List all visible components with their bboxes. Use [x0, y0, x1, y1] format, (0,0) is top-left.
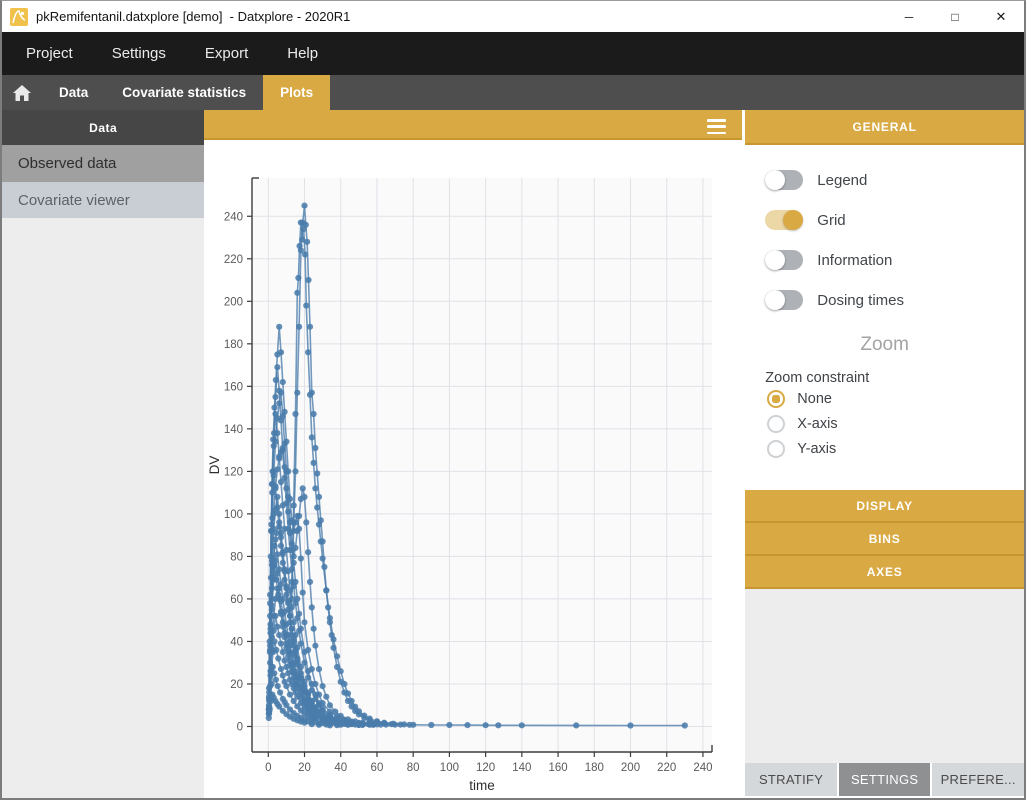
grid-toggle-row: Grid [745, 200, 1024, 240]
svg-text:220: 220 [224, 254, 243, 266]
information-toggle[interactable] [765, 250, 803, 270]
maximize-button[interactable]: □ [932, 1, 978, 32]
menu-bar: Project Settings Export Help [2, 32, 1024, 75]
svg-text:240: 240 [224, 211, 243, 223]
menu-export[interactable]: Export [205, 45, 248, 62]
zoom-constraint-xaxis-radio[interactable] [767, 415, 785, 433]
bottom-strip [745, 796, 1024, 800]
zoom-constraint-yaxis-row: Y-axis [745, 437, 1024, 461]
tab-data[interactable]: Data [42, 75, 105, 110]
zoom-constraint-none-row: None [745, 387, 1024, 411]
information-toggle-label: Information [817, 252, 892, 269]
information-toggle-row: Information [745, 240, 1024, 280]
plot-area: 0 20 40 60 80 100 120 140 160 180 200 220 240 0 20 40 60… [204, 140, 742, 800]
svg-text:200: 200 [621, 762, 640, 774]
zoom-constraint-yaxis-radio[interactable] [767, 440, 785, 458]
svg-text:0: 0 [237, 721, 243, 733]
svg-text:80: 80 [231, 551, 244, 563]
svg-text:140: 140 [224, 424, 243, 436]
zoom-constraint-xaxis-row: X-axis [745, 412, 1024, 436]
title-bar: pkRemifentanil.datxplore [demo] - Datxpl… [2, 1, 1024, 32]
svg-text:240: 240 [694, 762, 713, 774]
dosing-times-toggle[interactable] [765, 290, 803, 310]
general-section-body: Legend Grid Information Dosing times Zoo… [745, 145, 1024, 490]
svg-text:120: 120 [224, 466, 243, 478]
settings-panel-filler [745, 589, 1024, 763]
plot-panel: 0 20 40 60 80 100 120 140 160 180 200 220 240 0 20 40 60… [204, 110, 742, 800]
svg-text:20: 20 [298, 762, 311, 774]
zoom-constraint-none-radio[interactable] [767, 390, 785, 408]
zoom-constraint-label: Zoom constraint [745, 370, 1024, 386]
bottom-tab-bar: STRATIFY SETTINGS PREFERE... [745, 763, 1024, 796]
svg-text:180: 180 [224, 339, 243, 351]
svg-text:60: 60 [231, 594, 244, 606]
tab-plots[interactable]: Plots [263, 75, 330, 110]
svg-text:200: 200 [224, 296, 243, 308]
svg-text:60: 60 [371, 762, 384, 774]
svg-text:40: 40 [231, 636, 244, 648]
svg-text:100: 100 [440, 762, 459, 774]
zoom-constraint-yaxis-label: Y-axis [797, 441, 836, 457]
sidebar-item-observed-data[interactable]: Observed data [2, 145, 204, 182]
grid-toggle-label: Grid [817, 212, 845, 229]
home-icon [13, 85, 31, 101]
observed-data-chart[interactable]: 0 20 40 60 80 100 120 140 160 180 200 220 240 0 20 40 60… [204, 140, 742, 795]
svg-text:DV: DV [207, 456, 222, 475]
svg-text:140: 140 [513, 762, 532, 774]
home-button[interactable] [2, 75, 42, 110]
tab-stratify[interactable]: STRATIFY [745, 763, 837, 796]
window-controls: ─ □ ✕ [886, 1, 1024, 32]
legend-toggle-label: Legend [817, 172, 867, 189]
general-section-header[interactable]: GENERAL [745, 110, 1024, 145]
app-window: pkRemifentanil.datxplore [demo] - Datxpl… [0, 0, 1026, 800]
svg-text:160: 160 [549, 762, 568, 774]
settings-panel: GENERAL Legend Grid Information Dosing t… [745, 110, 1024, 800]
svg-text:100: 100 [224, 509, 243, 521]
menu-project[interactable]: Project [26, 45, 73, 62]
legend-toggle-row: Legend [745, 160, 1024, 200]
window-title: pkRemifentanil.datxplore [demo] - Datxpl… [36, 9, 350, 24]
svg-text:80: 80 [407, 762, 420, 774]
sidebar-header-data: Data [2, 110, 204, 145]
plot-header-bar [204, 110, 742, 140]
svg-text:0: 0 [265, 762, 271, 774]
svg-text:time: time [470, 778, 496, 793]
main-tab-bar: Data Covariate statistics Plots [2, 75, 1024, 110]
axes-section-header[interactable]: AXES [745, 556, 1024, 587]
zoom-constraint-none-label: None [797, 391, 832, 407]
zoom-constraint-xaxis-label: X-axis [797, 416, 837, 432]
sidebar-item-covariate-viewer[interactable]: Covariate viewer [2, 182, 204, 218]
legend-toggle[interactable] [765, 170, 803, 190]
close-button[interactable]: ✕ [978, 1, 1024, 32]
tab-settings-bottom[interactable]: SETTINGS [839, 763, 931, 796]
plots-sidebar: Data Observed data Covariate viewer [2, 110, 204, 800]
hamburger-menu-icon[interactable] [707, 119, 726, 134]
bins-section-header[interactable]: BINS [745, 523, 1024, 554]
svg-text:20: 20 [231, 679, 244, 691]
svg-text:40: 40 [335, 762, 348, 774]
grid-toggle[interactable] [765, 210, 803, 230]
dosing-times-toggle-label: Dosing times [817, 292, 904, 309]
minimize-button[interactable]: ─ [886, 1, 932, 32]
svg-text:220: 220 [657, 762, 676, 774]
svg-text:120: 120 [476, 762, 495, 774]
settings-accordion: DISPLAY BINS AXES [745, 490, 1024, 589]
svg-text:180: 180 [585, 762, 604, 774]
zoom-section-title: Zoom [745, 334, 1024, 356]
svg-text:160: 160 [224, 381, 243, 393]
dosing-times-toggle-row: Dosing times [745, 280, 1024, 320]
content-area: Data Observed data Covariate viewer 0 20 4… [2, 110, 1024, 800]
tab-preferences[interactable]: PREFERE... [932, 763, 1024, 796]
menu-help[interactable]: Help [287, 45, 318, 62]
datxplore-logo-icon [10, 8, 28, 26]
tab-covariate-statistics[interactable]: Covariate statistics [105, 75, 263, 110]
menu-settings[interactable]: Settings [112, 45, 166, 62]
sidebar-filler [2, 218, 204, 800]
display-section-header[interactable]: DISPLAY [745, 490, 1024, 521]
